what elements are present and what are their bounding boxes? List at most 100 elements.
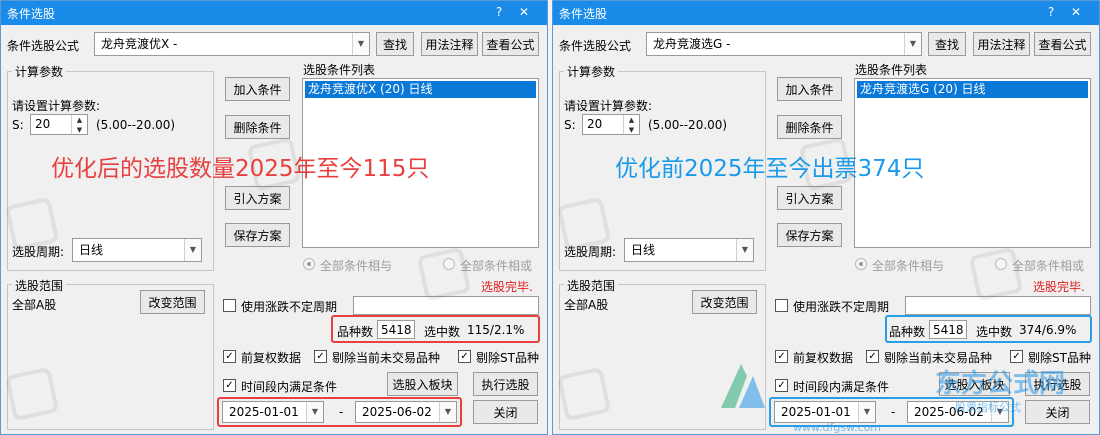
execute-screening-button[interactable]: 执行选股 [473,372,538,396]
find-button[interactable]: 查找 [376,32,414,56]
find-button[interactable]: 查找 [928,32,966,56]
close-button[interactable]: 关闭 [473,400,538,424]
usage-notes-button[interactable]: 用法注释 [973,32,1030,56]
radio-and-label: 全部条件相与 [872,259,945,273]
add-condition-button[interactable]: 加入条件 [225,77,290,101]
annotation-text: 优化后的选股数量2025年至今115只 [51,156,430,182]
save-scheme-button[interactable]: 保存方案 [777,223,842,247]
chevron-down-icon[interactable]: ▼ [904,33,921,55]
close-button[interactable]: 关闭 [1025,400,1090,424]
exclude-untraded-label: 剔除当前未交易品种 [332,351,441,365]
chevron-down-icon[interactable]: ▼ [184,239,201,261]
add-condition-button[interactable]: 加入条件 [777,77,842,101]
period-combo[interactable]: 日线 ▼ [624,238,754,262]
delete-condition-button[interactable]: 删除条件 [225,115,290,139]
window-title: 条件选股 [559,7,608,21]
prev-adjust-checkbox[interactable]: ✓ [775,350,788,363]
spin-up-icon[interactable]: ▲ [623,115,639,125]
use-irregular-period-label: 使用涨跌不定周期 [241,300,338,314]
period-label: 选股周期: [564,245,617,259]
condition-list-title: 选股条件列表 [855,63,928,77]
change-range-button[interactable]: 改变范围 [692,290,757,314]
time-range-label: 时间段内满足条件 [241,380,338,394]
highlight-box-count [331,315,540,343]
calc-prompt: 请设置计算参数: [564,99,653,113]
formula-combo[interactable]: 龙舟竞渡优X - ▼ [94,32,370,56]
radio-or[interactable] [995,258,1007,270]
period-combo[interactable]: 日线 ▼ [72,238,202,262]
brand-logo-icon [713,356,773,416]
calc-prompt: 请设置计算参数: [12,99,101,113]
radio-and[interactable] [855,258,867,270]
radio-or[interactable] [443,258,455,270]
highlight-box-dates [217,397,462,427]
irregular-period-field[interactable] [905,296,1091,315]
prev-adjust-label: 前复权数据 [241,351,302,365]
window-title: 条件选股 [7,7,56,21]
range-group-title: 选股范围 [12,277,67,294]
view-formula-button[interactable]: 查看公式 [1034,32,1091,56]
add-to-block-button[interactable]: 选股入板块 [387,372,458,396]
help-icon[interactable]: ? [1043,5,1059,19]
watermark-logo-icon [968,246,1024,302]
param-s-spinner[interactable]: 20 ▲ ▼ [582,114,640,135]
use-irregular-period-checkbox[interactable] [775,299,788,312]
param-range: (5.00--20.00) [96,118,176,132]
delete-condition-button[interactable]: 删除条件 [777,115,842,139]
radio-or-label: 全部条件相或 [460,259,533,273]
spin-down-icon[interactable]: ▼ [71,124,87,134]
param-range: (5.00--20.00) [648,118,728,132]
condition-list-title: 选股条件列表 [303,63,376,77]
list-item[interactable]: 龙舟竞渡选G (20) 日线 [857,81,1088,98]
use-irregular-period-checkbox[interactable] [223,299,236,312]
exclude-st-checkbox[interactable]: ✓ [458,350,471,363]
irregular-period-field[interactable] [353,296,539,315]
usage-notes-button[interactable]: 用法注释 [421,32,478,56]
title-bar: 条件选股 ? ✕ [1,1,547,25]
title-bar: 条件选股 ? ✕ [553,1,1099,25]
exclude-st-label: 剔除ST品种 [476,351,539,365]
view-formula-button[interactable]: 查看公式 [482,32,539,56]
use-irregular-period-label: 使用涨跌不定周期 [793,300,890,314]
formula-label: 条件选股公式 [7,39,80,53]
status-text: 选股完毕. [1033,280,1085,294]
period-value: 日线 [631,243,656,257]
stock-screener-dialog-original: 条件选股 ? ✕ 条件选股公式 龙舟竞渡选G - ▼ 查找 用法注释 查看公式 … [552,0,1100,435]
time-range-checkbox[interactable]: ✓ [223,379,236,392]
exclude-st-checkbox[interactable]: ✓ [1010,350,1023,363]
prev-adjust-checkbox[interactable]: ✓ [223,350,236,363]
help-icon[interactable]: ? [491,5,507,19]
brand-site: www.dfgsw.com [793,421,882,434]
import-scheme-button[interactable]: 引入方案 [777,186,842,210]
prev-adjust-label: 前复权数据 [793,351,854,365]
chevron-down-icon[interactable]: ▼ [736,239,753,261]
exclude-untraded-checkbox[interactable]: ✓ [314,350,327,363]
radio-or-label: 全部条件相或 [1012,259,1085,273]
exclude-untraded-checkbox[interactable]: ✓ [866,350,879,363]
import-scheme-button[interactable]: 引入方案 [225,186,290,210]
radio-and[interactable] [303,258,315,270]
radio-and-label: 全部条件相与 [320,259,393,273]
close-icon[interactable]: ✕ [1068,5,1084,19]
chevron-down-icon[interactable]: ▼ [352,33,369,55]
change-range-button[interactable]: 改变范围 [140,290,205,314]
formula-combo[interactable]: 龙舟竞渡选G - ▼ [646,32,922,56]
formula-value: 龙舟竞渡优X - [101,37,178,51]
range-value: 全部A股 [564,298,609,312]
time-range-checkbox[interactable]: ✓ [775,379,788,392]
formula-value: 龙舟竞渡选G - [653,37,731,51]
spin-up-icon[interactable]: ▲ [71,115,87,125]
brand-tagline: 股票指标公式 [955,401,1021,414]
save-scheme-button[interactable]: 保存方案 [225,223,290,247]
param-s-spinner[interactable]: 20 ▲ ▼ [30,114,88,135]
param-s-value: 20 [587,117,603,131]
time-range-label: 时间段内满足条件 [793,380,890,394]
spin-down-icon[interactable]: ▼ [623,124,639,134]
range-group-title: 选股范围 [564,277,619,294]
close-icon[interactable]: ✕ [516,5,532,19]
list-item[interactable]: 龙舟竞渡优X (20) 日线 [305,81,536,98]
period-value: 日线 [79,243,104,257]
watermark-logo-icon [416,246,472,302]
param-s-value: 20 [35,117,51,131]
period-label: 选股周期: [12,245,65,259]
